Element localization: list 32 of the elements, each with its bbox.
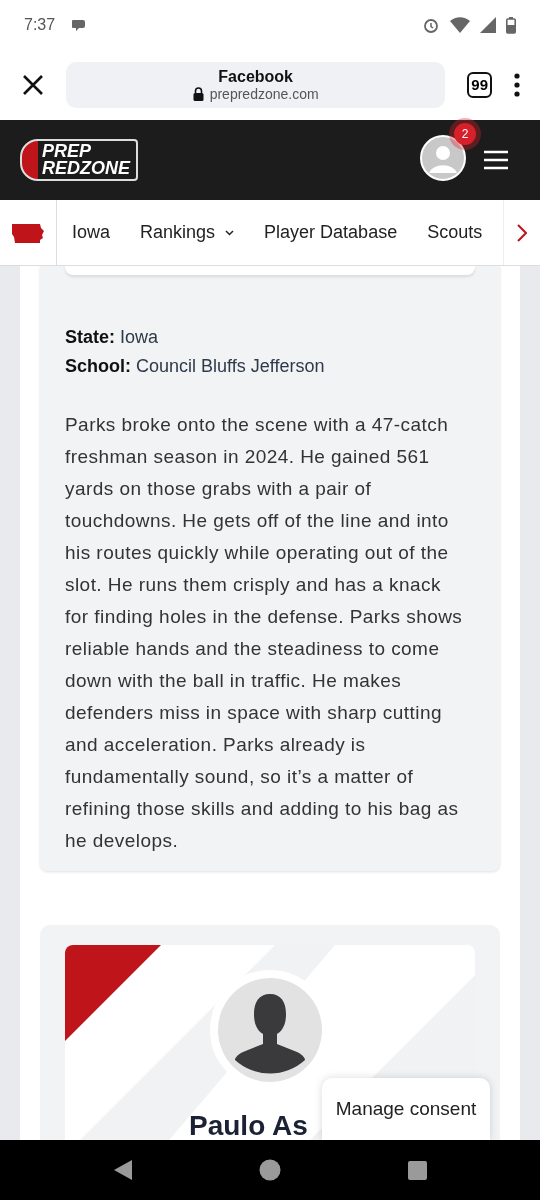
profile-fact: School: Council Bluffs Jefferson bbox=[65, 356, 326, 377]
address-bar[interactable]: Facebook prepredzone.com bbox=[66, 62, 446, 108]
lock-icon bbox=[192, 87, 204, 101]
player-bio: Parks broke onto the scene with a 47-catch freshman season in 2024. He gained 561 yards on those grabs with a pair of touchdowns. He gets off of the line and into his routes quickly while operating out of the slot. He runs them crisply and has a knack for finding holes in the defense. Parks shows reliable hands and the steadiness to come down with the ball in traffic. He makes defenders miss in space with sharp cutting and acceleration. Parks already is fundamentally sound, so it’s a matter of refining those skills and adding to his bag as he develops. bbox=[65, 413, 464, 853]
person-silhouette-icon bbox=[218, 978, 322, 1082]
player-name[interactable]: Paulo As bbox=[189, 1110, 308, 1140]
status-time: 7:37 bbox=[24, 16, 56, 34]
chat-icon bbox=[71, 17, 88, 33]
battery-icon bbox=[506, 16, 516, 34]
home-icon[interactable] bbox=[259, 1159, 282, 1181]
nav-link[interactable]: Scouts bbox=[412, 222, 498, 243]
url-text: prepredzone.com bbox=[209, 86, 319, 102]
more-icon[interactable] bbox=[514, 73, 520, 97]
close-icon[interactable] bbox=[22, 74, 44, 96]
caret-icon bbox=[225, 229, 235, 236]
manage-consent-button[interactable]: Manage consent bbox=[322, 1078, 490, 1140]
back-icon[interactable] bbox=[113, 1159, 134, 1181]
page-title: Facebook bbox=[218, 68, 293, 86]
wifi-icon bbox=[450, 17, 470, 33]
notification-badge: 2 bbox=[454, 123, 476, 145]
tab-count-button[interactable]: 99 bbox=[467, 72, 492, 98]
chevron-right-icon[interactable] bbox=[517, 223, 527, 242]
recents-icon[interactable] bbox=[407, 1160, 427, 1180]
site-logo[interactable]: PREP REDZONE bbox=[20, 139, 138, 181]
nav-link[interactable]: Iowa bbox=[57, 222, 126, 243]
nav-link[interactable]: Rankings bbox=[125, 222, 250, 243]
menu-icon[interactable] bbox=[484, 150, 508, 170]
state-map-icon[interactable] bbox=[11, 221, 45, 244]
alarm-icon bbox=[422, 16, 440, 34]
nav-link[interactable]: Player Database bbox=[249, 222, 413, 243]
signal-icon bbox=[480, 17, 496, 33]
profile-fact: State: Iowa bbox=[65, 327, 160, 348]
